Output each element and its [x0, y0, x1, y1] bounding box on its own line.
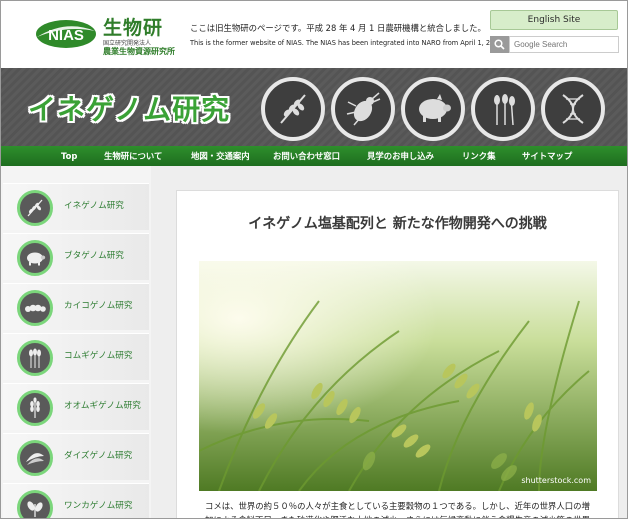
sidebar-item-barley[interactable]: オオムギゲノム研究: [3, 383, 149, 430]
notice-english: This is the former website of NIAS. The …: [190, 39, 505, 47]
sidebar-item-silkworm[interactable]: カイコゲノム研究: [3, 283, 149, 330]
sidebar-item-wheat[interactable]: コムギゲノム研究: [3, 333, 149, 380]
sidebar-item-label: ブタゲノム研究: [64, 251, 124, 261]
wheat-icon: [471, 77, 535, 141]
english-site-button[interactable]: English Site: [490, 10, 618, 30]
rice-icon: [17, 190, 53, 226]
article-card: イネゲノム塩基配列と 新たな作物開発への挑戦 shutterstock.com …: [176, 190, 619, 518]
barley-icon: [17, 390, 53, 426]
article-heading: イネゲノム塩基配列と 新たな作物開発への挑戦: [248, 216, 547, 232]
search-icon: [494, 39, 505, 50]
soybean-icon: [17, 440, 53, 476]
sidebar: イネゲノム研究 ブタゲノム研究 カイコゲノム研究 コムギゲノム研究 オオムギゲノ…: [1, 166, 151, 518]
nav-top[interactable]: Top: [61, 146, 77, 166]
rice-icon: [261, 77, 325, 141]
search-button[interactable]: [490, 36, 509, 53]
site-title: 生物研: [103, 17, 164, 39]
sidebar-item-pig[interactable]: ブタゲノム研究: [3, 233, 149, 280]
sidebar-item-label: コムギゲノム研究: [64, 351, 133, 361]
sidebar-item-rice[interactable]: イネゲノム研究: [3, 183, 149, 230]
logo-text: NIAS: [48, 27, 84, 44]
pig-icon: [17, 240, 53, 276]
hero-banner: イネゲノム研究: [1, 68, 627, 146]
nav-visit[interactable]: 見学のお申し込み: [367, 146, 434, 166]
image-watermark: shutterstock.com: [521, 476, 591, 485]
nias-logo[interactable]: NIAS: [35, 15, 97, 53]
pig-icon: [401, 77, 465, 141]
dna-icon: [541, 77, 605, 141]
nav-contact[interactable]: お問い合わせ窓口: [273, 146, 340, 166]
search-input[interactable]: [509, 36, 619, 53]
wheat-icon: [17, 340, 53, 376]
article-paragraph: コメは、世界の約５０％の人々が主食としている主要穀物の１つである。しかし、近年の…: [205, 501, 590, 518]
sidebar-item-label: イネゲノム研究: [64, 201, 124, 211]
nav-links[interactable]: リンク集: [462, 146, 496, 166]
site-header: NIAS 生物研 国立研究開発法人 農業生物資源研究所 ここは旧生物研のページで…: [1, 1, 627, 67]
nav-about[interactable]: 生物研について: [104, 146, 162, 166]
global-nav: Top 生物研について 地図・交通案内 お問い合わせ窓口 見学のお申し込み リン…: [1, 146, 627, 166]
sidebar-item-soybean[interactable]: ダイズゲノム研究: [3, 433, 149, 480]
plant-icon: [17, 490, 53, 518]
sidebar-item-label: ワンカゲノム研究: [64, 501, 133, 511]
nav-access[interactable]: 地図・交通案内: [191, 146, 250, 166]
insect-icon: [331, 77, 395, 141]
page-frame: NIAS 生物研 国立研究開発法人 農業生物資源研究所 ここは旧生物研のページで…: [0, 0, 628, 519]
nav-sitemap[interactable]: サイトマップ: [522, 146, 572, 166]
rice-field-photo: shutterstock.com: [199, 261, 597, 491]
sidebar-item-plant[interactable]: ワンカゲノム研究: [3, 483, 149, 518]
sidebar-item-label: カイコゲノム研究: [64, 301, 133, 311]
org-name-label: 農業生物資源研究所: [103, 47, 175, 56]
silkworm-icon: [17, 290, 53, 326]
banner-title: イネゲノム研究: [28, 93, 231, 126]
notice-japanese: ここは旧生物研のページです。平成 28 年 4 月 1 日農研機構と統合しました…: [190, 23, 486, 33]
sidebar-item-label: オオムギゲノム研究: [64, 401, 141, 411]
sidebar-item-label: ダイズゲノム研究: [64, 451, 133, 461]
